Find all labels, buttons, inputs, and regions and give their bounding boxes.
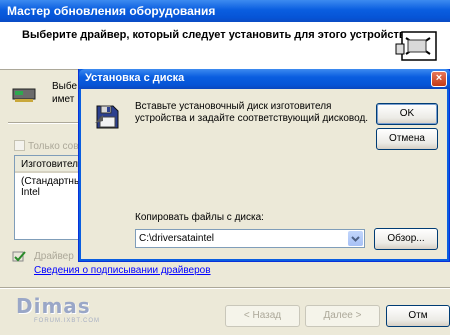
wizard-titlebar: Мастер обновления оборудования (0, 0, 450, 22)
next-button[interactable]: Далее > (305, 305, 380, 327)
wizard-device-description: Выбе имет (52, 80, 77, 106)
chevron-down-icon[interactable] (348, 231, 363, 246)
dialog-message-line-2: устройства и задайте соответствующий дис… (135, 113, 369, 124)
watermark-logo: Dimas (16, 294, 91, 318)
divider (0, 287, 450, 289)
list-item[interactable]: Intel (21, 187, 40, 198)
disk-path-combobox[interactable]: C:\driversataintel (135, 229, 365, 248)
back-button[interactable]: < Назад (225, 305, 300, 327)
checkbox-box[interactable] (14, 140, 25, 151)
driver-signing-link[interactable]: Сведения о подписывании драйверов (34, 265, 211, 276)
install-from-disk-dialog: Установка с диска × Вставьте установочны… (78, 69, 450, 262)
disk-path-value[interactable]: C:\driversataintel (139, 233, 214, 244)
wizard-header: Выберите драйвер, который следует устано… (0, 22, 450, 70)
cancel-button[interactable]: Отм (386, 305, 450, 327)
wizard-device-line-1: Выбе (52, 81, 78, 92)
manufacturer-column-header[interactable]: Изготовител (21, 159, 78, 170)
wizard-title: Мастер обновления оборудования (7, 4, 216, 18)
compatible-only-checkbox[interactable]: Только сов (14, 140, 79, 152)
hardware-wizard-icon (395, 31, 437, 61)
wizard-device-line-2: имет (52, 94, 75, 105)
signed-driver-icon (12, 251, 26, 262)
cancel-button[interactable]: Отмена (376, 128, 438, 150)
dialog-title: Установка с диска (85, 72, 185, 84)
compatible-only-label: Только сов (28, 141, 79, 152)
browse-button[interactable]: Обзор... (374, 228, 438, 250)
device-card-icon (12, 88, 36, 102)
dialog-titlebar[interactable]: Установка с диска × (79, 69, 450, 89)
list-item[interactable]: (Стандартны (21, 176, 81, 187)
close-icon[interactable]: × (431, 71, 447, 87)
dialog-message: Вставьте установочный диск изготовителя … (135, 101, 368, 125)
watermark-subtext: FORUM.IXBT.COM (34, 318, 100, 324)
dialog-message-line-1: Вставьте установочный диск изготовителя (135, 101, 332, 112)
ok-button[interactable]: OK (376, 103, 438, 125)
floppy-disk-icon (95, 105, 119, 129)
driver-signature-text: Драйвер (34, 251, 74, 262)
wizard-header-text: Выберите драйвер, который следует устано… (22, 29, 415, 41)
copy-from-label: Копировать файлы с диска: (135, 212, 264, 223)
